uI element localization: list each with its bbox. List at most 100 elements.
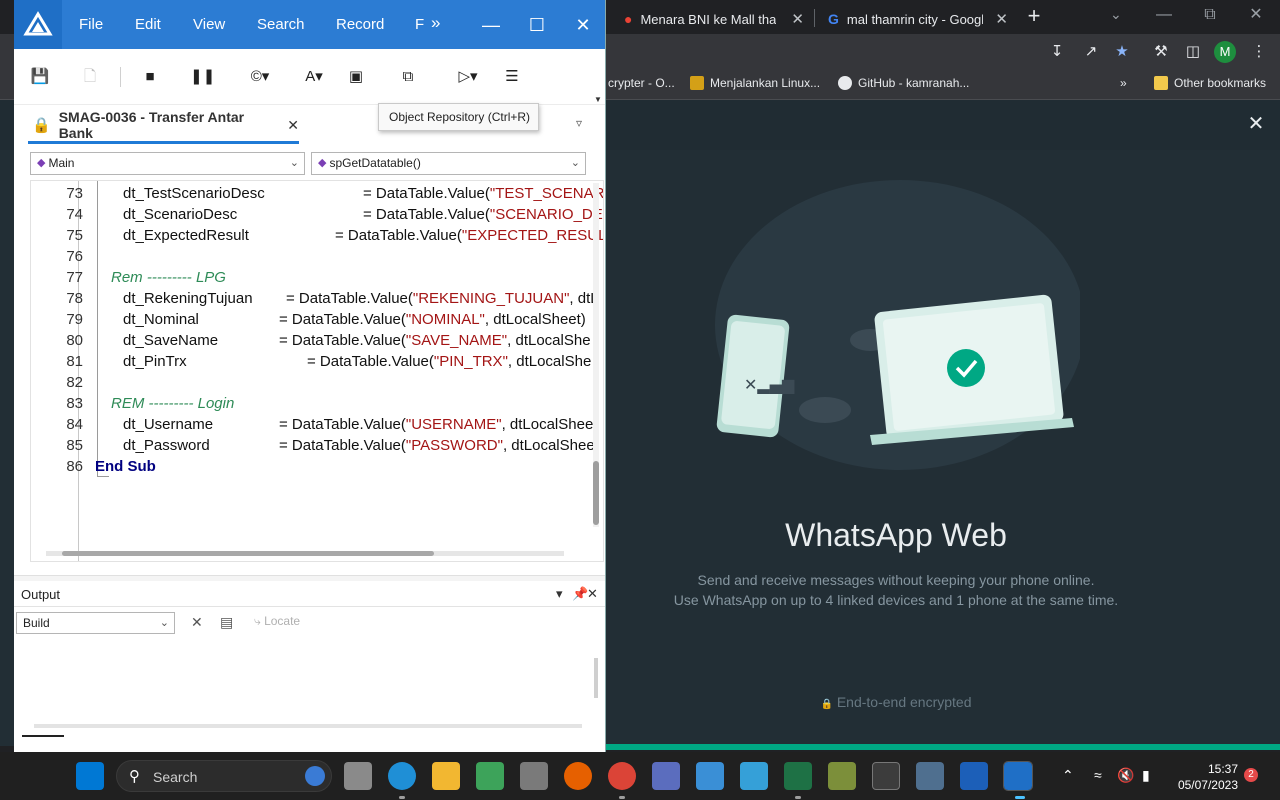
minimize-icon[interactable]: — xyxy=(476,12,506,38)
active-indicator xyxy=(1015,796,1025,799)
pause-icon[interactable]: ❚❚ xyxy=(190,67,215,87)
horizontal-scroll-thumb[interactable] xyxy=(62,551,434,556)
panel-menu-icon[interactable]: ▾ xyxy=(556,586,563,602)
app-logo-icon[interactable] xyxy=(14,0,62,49)
encryption-note: 🔒 End-to-end encrypted xyxy=(606,694,1186,710)
run-icon[interactable]: ▷▾ xyxy=(452,67,484,87)
other-bookmarks[interactable]: Other bookmarks xyxy=(1154,76,1266,90)
menu-overflow-icon[interactable]: » xyxy=(431,13,440,33)
menu-edit[interactable]: Edit xyxy=(135,16,161,33)
restore-icon[interactable]: ⧉ xyxy=(1190,4,1230,28)
notepad-icon[interactable] xyxy=(828,762,856,790)
tab-search-icon[interactable]: ⌄ xyxy=(1110,6,1122,23)
excel-icon[interactable] xyxy=(784,762,812,790)
browser-tab-maps[interactable]: ● Menara BNI ke Mall tham ✕ xyxy=(614,4,814,34)
output-horizontal-scrollbar[interactable] xyxy=(34,724,582,728)
chrome-icon[interactable] xyxy=(608,762,636,790)
clear-output-icon[interactable]: ✕ xyxy=(191,614,203,631)
close-icon[interactable]: ✕ xyxy=(587,586,598,602)
record-mode-icon[interactable]: ©▾ xyxy=(242,67,278,87)
pin-icon[interactable]: 📌 xyxy=(572,586,588,602)
avatar[interactable]: M xyxy=(1214,41,1236,63)
bookmark-item[interactable]: GitHub - kamranah... xyxy=(838,76,969,90)
maximize-icon[interactable]: ☐ xyxy=(522,12,552,38)
document-tab[interactable]: 🔒 SMAG-0036 - Transfer Antar Bank ✕ xyxy=(28,105,299,145)
edge-icon[interactable] xyxy=(388,762,416,790)
locate-button[interactable]: ⤷ Locate xyxy=(254,614,300,629)
code-expression: = DataTable.Value("PASSWORD", dtLocalShe… xyxy=(279,435,595,456)
active-tab-indicator xyxy=(28,141,299,144)
code-editor[interactable]: 73 dt_TestScenarioDesc = DataTable.Value("… xyxy=(30,180,604,562)
toolbar-overflow-icon[interactable]: ▼ xyxy=(594,95,602,104)
firefox-icon[interactable] xyxy=(564,762,592,790)
save-icon[interactable]: 💾 xyxy=(30,67,50,87)
maps-pin-icon: ● xyxy=(624,11,633,27)
close-icon[interactable]: ✕ xyxy=(568,12,598,38)
share-icon[interactable]: ↗ xyxy=(1080,42,1102,64)
clock-time[interactable]: 15:37 xyxy=(1176,762,1238,776)
menu-record[interactable]: Record xyxy=(336,16,384,33)
terminal-icon[interactable] xyxy=(872,762,900,790)
install-icon[interactable]: ↧ xyxy=(1046,42,1068,64)
extensions-icon[interactable]: ⚒ xyxy=(1150,42,1172,64)
code-variable: dt_RekeningTujuan xyxy=(123,290,253,307)
task-view-icon[interactable] xyxy=(344,762,372,790)
chevron-down-icon: ⌄ xyxy=(289,157,299,169)
scope-dropdown[interactable]: ◆ Main ⌄ xyxy=(30,152,305,175)
word-wrap-icon[interactable]: ▤ xyxy=(220,614,233,631)
whatsapp-title: WhatsApp Web xyxy=(785,517,1007,553)
menu-search[interactable]: Search xyxy=(257,16,305,33)
panel-splitter[interactable] xyxy=(14,575,605,581)
browser-tab-google[interactable]: G mal thamrin city - Google ✕ xyxy=(818,4,1018,34)
close-icon[interactable]: ✕ xyxy=(1246,113,1266,135)
app-icon[interactable] xyxy=(652,762,680,790)
bookmark-star-icon[interactable]: ★ xyxy=(1111,42,1133,64)
start-icon[interactable] xyxy=(76,762,104,790)
save-all-icon[interactable]: 🗋 xyxy=(80,67,100,87)
tab-separator xyxy=(814,9,815,27)
app-icon[interactable] xyxy=(520,762,548,790)
bookmark-item[interactable]: Menjalankan Linux... xyxy=(690,76,820,90)
menu-truncated[interactable]: F xyxy=(415,16,424,33)
code-line: 86 End Sub xyxy=(31,456,591,477)
file-explorer-icon[interactable] xyxy=(432,762,460,790)
code-expression: = DataTable.Value("NOMINAL", dtLocalShee… xyxy=(279,309,586,330)
close-icon[interactable]: ✕ xyxy=(1236,4,1276,28)
vertical-scroll-thumb[interactable] xyxy=(593,461,599,525)
line-number: 73 xyxy=(66,185,83,202)
new-tab-button[interactable]: + xyxy=(1022,4,1046,30)
volume-muted-icon[interactable]: 🔇 xyxy=(1117,767,1134,784)
whatsapp-subtitle-line2: Use WhatsApp on up to 4 linked devices a… xyxy=(673,592,1119,608)
minimize-icon[interactable]: — xyxy=(1144,4,1184,28)
output-source-dropdown[interactable]: Build ⌄ xyxy=(16,612,175,634)
menu-file[interactable]: File xyxy=(79,16,103,33)
app-icon[interactable] xyxy=(916,762,944,790)
ide-app-icon[interactable] xyxy=(1003,761,1033,791)
notification-badge[interactable]: 2 xyxy=(1244,768,1258,782)
close-icon[interactable]: ✕ xyxy=(287,117,299,134)
tab-list-icon[interactable]: ▿ xyxy=(576,116,582,130)
bookmark-item[interactable]: crypter - O... xyxy=(608,76,675,90)
archive-icon[interactable]: ▣ xyxy=(346,67,366,87)
more-menu-icon[interactable]: ⋮ xyxy=(1248,42,1270,64)
menu-view[interactable]: View xyxy=(193,16,225,33)
app-icon[interactable] xyxy=(960,762,988,790)
close-icon[interactable]: ✕ xyxy=(791,10,804,28)
app-icon[interactable] xyxy=(740,762,768,790)
procedure-dropdown[interactable]: ◆ spGetDatatable() ⌄ xyxy=(311,152,586,175)
bookmarks-overflow-icon[interactable]: » xyxy=(1120,76,1127,90)
cloud-app-icon[interactable] xyxy=(696,762,724,790)
battery-icon[interactable]: ▮ xyxy=(1142,767,1150,784)
list-icon[interactable]: ☰ xyxy=(502,67,522,87)
object-repository-icon[interactable]: ⧉ xyxy=(398,67,418,87)
output-scroll-thumb[interactable] xyxy=(594,658,598,698)
close-icon[interactable]: ✕ xyxy=(995,10,1008,28)
side-panel-icon[interactable]: ◫ xyxy=(1182,42,1204,64)
chevron-up-icon[interactable]: ⌃ xyxy=(1062,767,1074,784)
taskbar-search[interactable]: ⚲ Search xyxy=(116,760,332,792)
text-recognition-icon[interactable]: A▾ xyxy=(296,67,332,87)
app-icon[interactable] xyxy=(476,762,504,790)
wifi-icon[interactable]: ≈ xyxy=(1094,767,1102,783)
clock-date[interactable]: 05/07/2023 xyxy=(1170,778,1238,792)
stop-icon[interactable]: ■ xyxy=(140,67,160,87)
